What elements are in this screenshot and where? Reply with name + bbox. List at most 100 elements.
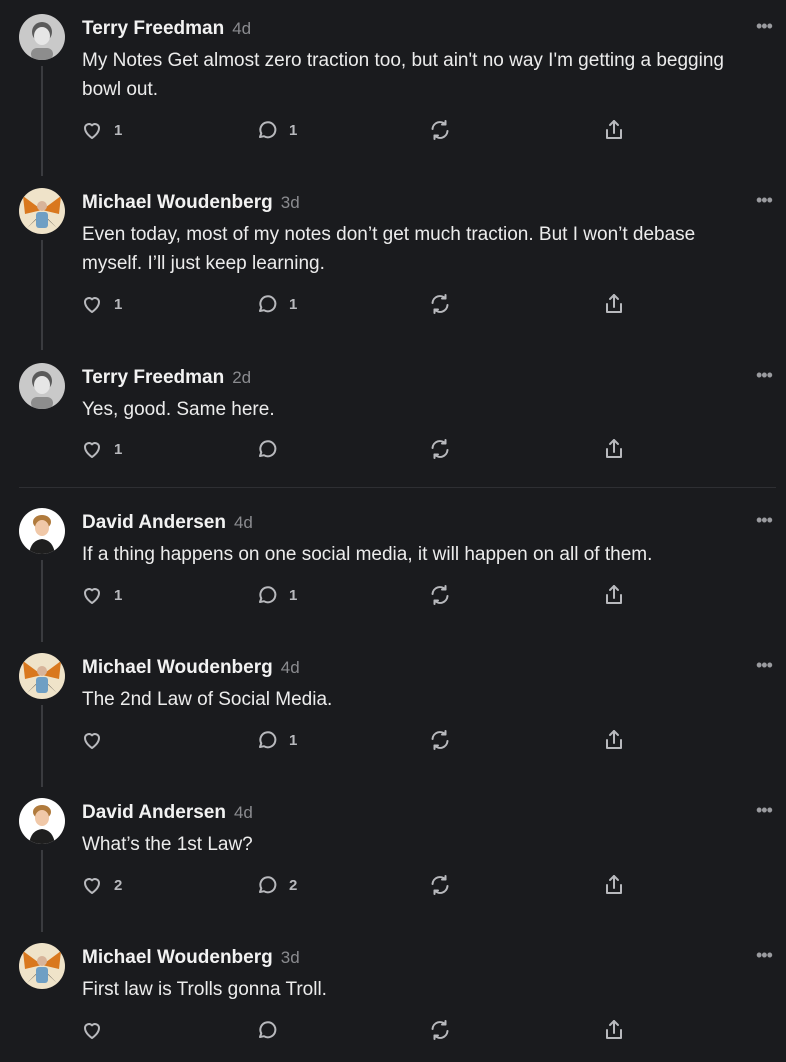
share-icon: [606, 585, 622, 604]
share-icon: [606, 730, 622, 749]
comment-body: Even today, most of my notes don’t get m…: [82, 220, 772, 278]
restack-button[interactable]: [428, 1017, 452, 1043]
david-avatar[interactable]: [19, 508, 65, 554]
comment-line: Even today, most of my notes don’t get m…: [82, 224, 696, 245]
thread-line: [41, 850, 43, 932]
comment-actions: 1: [80, 436, 640, 462]
comment-time[interactable]: 3d: [281, 193, 300, 212]
restack-button[interactable]: [428, 436, 452, 462]
comment: Michael Woudenberg 3d ••• Even today, mos…: [0, 174, 786, 350]
comment-line: My Notes Get almost zero traction too, b…: [82, 50, 724, 71]
author-name[interactable]: David Andersen: [82, 512, 226, 533]
comment-author[interactable]: Michael Woudenberg 3d: [82, 192, 300, 214]
terry-avatar[interactable]: [19, 363, 65, 409]
comment: Terry Freedman 4d ••• My Notes Get almost…: [0, 0, 786, 176]
comment-time[interactable]: 4d: [232, 19, 251, 38]
comment-time[interactable]: 4d: [281, 658, 300, 677]
comment-actions: 1 1: [80, 291, 640, 317]
more-options-icon[interactable]: •••: [756, 510, 773, 531]
reply-button[interactable]: 1: [255, 582, 297, 608]
comment-body: The 2nd Law of Social Media.: [82, 685, 772, 714]
heart-icon: [84, 733, 100, 749]
comment-body: If a thing happens on one social media, …: [82, 540, 772, 569]
comment-body: My Notes Get almost zero traction too, b…: [82, 46, 772, 104]
comment-bubble-icon: [259, 1021, 277, 1039]
restack-icon: [431, 439, 449, 459]
author-name[interactable]: Terry Freedman: [82, 18, 224, 39]
thread-line: [41, 705, 43, 787]
comment-bubble-icon: [259, 440, 277, 458]
restack-button[interactable]: [428, 582, 452, 608]
share-button[interactable]: [602, 872, 626, 898]
michael-avatar[interactable]: [19, 188, 65, 234]
comment: Michael Woudenberg 3d ••• First law is Tr…: [0, 929, 786, 1062]
like-button[interactable]: 1: [80, 582, 122, 608]
author-name[interactable]: Terry Freedman: [82, 367, 224, 388]
restack-button[interactable]: [428, 291, 452, 317]
share-icon: [606, 1020, 622, 1039]
comment-author[interactable]: Michael Woudenberg 4d: [82, 657, 300, 679]
share-button[interactable]: [602, 582, 626, 608]
reply-button[interactable]: [255, 1017, 289, 1043]
more-options-icon[interactable]: •••: [756, 800, 773, 821]
comment-time[interactable]: 4d: [234, 513, 253, 532]
author-name[interactable]: David Andersen: [82, 802, 226, 823]
like-button[interactable]: [80, 1017, 114, 1043]
comment-line: Yes, good. Same here.: [82, 399, 275, 420]
comment-bubble-icon: [259, 876, 277, 894]
thread-divider: [19, 487, 776, 488]
share-button[interactable]: [602, 1017, 626, 1043]
comment-author[interactable]: David Andersen 4d: [82, 802, 253, 824]
comment-bubble-icon: [259, 586, 277, 604]
michael-avatar[interactable]: [19, 653, 65, 699]
reply-button[interactable]: 1: [255, 291, 297, 317]
thread-line: [41, 240, 43, 350]
comment-author[interactable]: Terry Freedman 4d: [82, 18, 251, 40]
author-name[interactable]: Michael Woudenberg: [82, 192, 273, 213]
comment-author[interactable]: Terry Freedman 2d: [82, 367, 251, 389]
like-button[interactable]: [80, 727, 114, 753]
comment-line: bowl out.: [82, 79, 159, 100]
like-button[interactable]: 2: [80, 872, 122, 898]
terry-avatar[interactable]: [19, 14, 65, 60]
like-count: 1: [114, 440, 123, 458]
restack-button[interactable]: [428, 117, 452, 143]
reply-button[interactable]: 2: [255, 872, 297, 898]
comment-bubble-icon: [259, 731, 277, 749]
share-button[interactable]: [602, 291, 626, 317]
like-button[interactable]: 1: [80, 117, 122, 143]
restack-icon: [431, 120, 449, 140]
reply-count: 1: [289, 731, 298, 749]
more-options-icon[interactable]: •••: [756, 655, 773, 676]
more-options-icon[interactable]: •••: [756, 365, 773, 386]
david-avatar[interactable]: [19, 798, 65, 844]
heart-icon: [84, 1023, 100, 1039]
reply-button[interactable]: [255, 436, 289, 462]
comment-actions: 1: [80, 727, 640, 753]
heart-icon: [84, 297, 100, 313]
like-button[interactable]: 1: [80, 291, 122, 317]
more-options-icon[interactable]: •••: [756, 190, 773, 211]
share-button[interactable]: [602, 117, 626, 143]
more-options-icon[interactable]: •••: [756, 945, 773, 966]
reply-button[interactable]: 1: [255, 727, 297, 753]
restack-button[interactable]: [428, 727, 452, 753]
author-name[interactable]: Michael Woudenberg: [82, 947, 273, 968]
author-name[interactable]: Michael Woudenberg: [82, 657, 273, 678]
share-button[interactable]: [602, 727, 626, 753]
comment-time[interactable]: 4d: [234, 803, 253, 822]
like-button[interactable]: 1: [80, 436, 122, 462]
reply-button[interactable]: 1: [255, 117, 297, 143]
comment-author[interactable]: Michael Woudenberg 3d: [82, 947, 300, 969]
share-button[interactable]: [602, 436, 626, 462]
more-options-icon[interactable]: •••: [756, 16, 773, 37]
comment-line: The 2nd Law of Social Media.: [82, 689, 333, 710]
comment-line: What’s the 1st Law?: [82, 834, 253, 855]
thread-line: [41, 560, 43, 642]
comment-time[interactable]: 3d: [281, 948, 300, 967]
heart-icon: [84, 123, 100, 139]
comment-time[interactable]: 2d: [232, 368, 251, 387]
comment-author[interactable]: David Andersen 4d: [82, 512, 253, 534]
restack-button[interactable]: [428, 872, 452, 898]
michael-avatar[interactable]: [19, 943, 65, 989]
